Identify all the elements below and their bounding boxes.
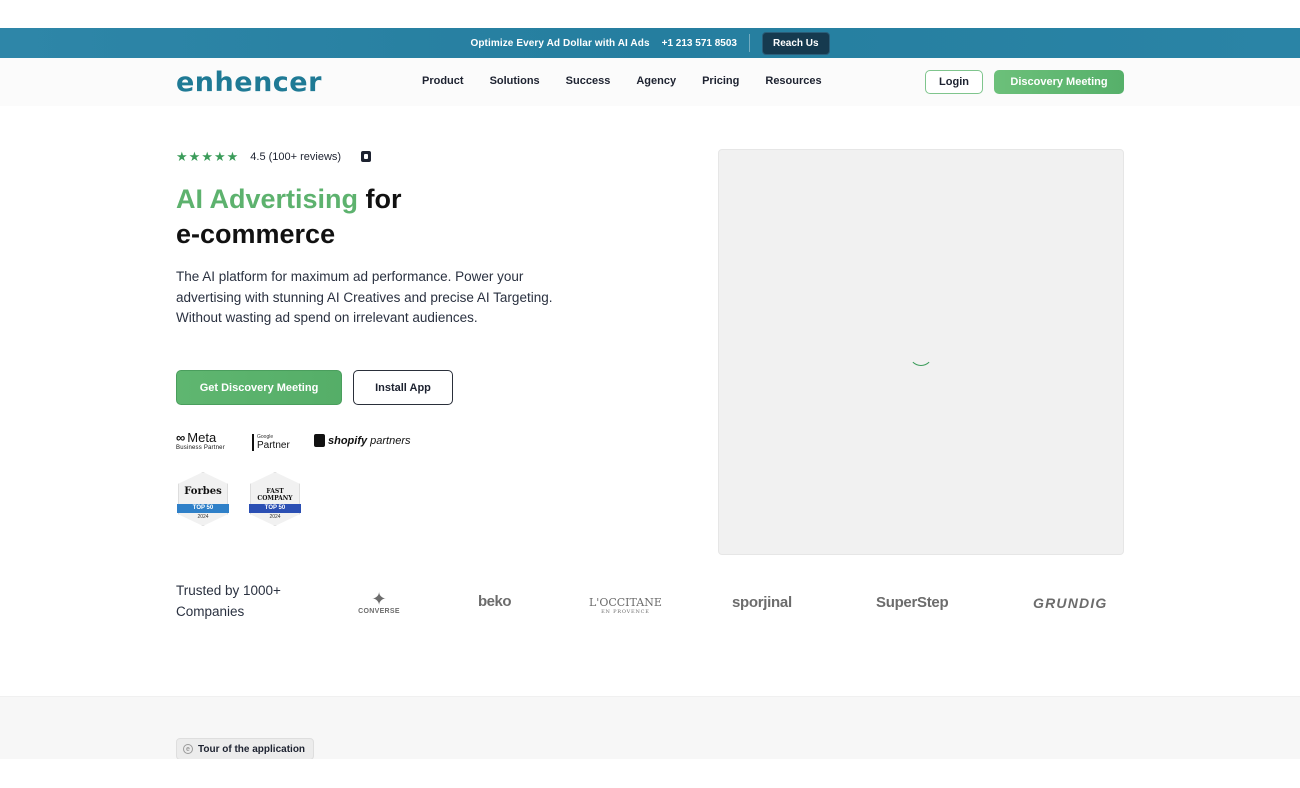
rating-stars: ★ ★ ★ ★ ★ <box>176 150 238 163</box>
beko-logo: beko <box>478 593 512 610</box>
sporjinal-logo: sporjinal <box>732 594 792 611</box>
enhencer-mini-icon: e <box>183 744 193 754</box>
meta-partner-logo: ∞ Meta Business Partner <box>176 430 225 451</box>
star-icon: ★ <box>176 149 188 164</box>
hero-title-for: for <box>365 184 402 214</box>
star-icon: ★ <box>213 149 226 164</box>
converse-name: CONVERSE <box>358 608 400 615</box>
nav-success[interactable]: Success <box>566 75 611 87</box>
trusted-label: Trusted by 1000+ Companies <box>176 583 281 619</box>
grundig-logo: GRUNDIG <box>1033 595 1108 611</box>
tour-tag: e Tour of the application <box>176 738 315 760</box>
site-header: enhencer Product Solutions Success Agenc… <box>0 58 1300 106</box>
hero-subtitle: The AI platform for maximum ad performan… <box>176 269 553 325</box>
hero-title-highlight: AI Advertising <box>176 184 359 214</box>
award-badges: Forbes TOP 50 2024 FAST COMPANY TOP 50 2… <box>176 472 302 526</box>
converse-logo: ✦ CONVERSE <box>356 590 402 615</box>
discovery-meeting-button[interactable]: Discovery Meeting <box>994 70 1124 94</box>
install-app-button[interactable]: Install App <box>353 370 453 405</box>
badge-brand: FAST COMPANY <box>257 488 293 502</box>
google-name: Partner <box>257 440 290 451</box>
nav-product[interactable]: Product <box>422 75 464 87</box>
shopify-sub: partners <box>370 434 411 447</box>
rating-text: 4.5 (100+ reviews) <box>250 150 342 163</box>
nav-resources[interactable]: Resources <box>765 75 821 87</box>
hero-title: AI Advertising for e-commerce <box>176 182 402 252</box>
top-spacer <box>0 0 1300 28</box>
star-icon: ★ <box>188 149 201 164</box>
announcement-bar: Optimize Every Ad Dollar with AI Ads +1 … <box>0 28 1300 58</box>
main-nav: Product Solutions Success Agency Pricing… <box>422 75 822 87</box>
shopify-bag-icon <box>361 151 372 162</box>
announcement-text: Optimize Every Ad Dollar with AI Ads <box>470 37 650 49</box>
shopify-partners-logo: shopify partners <box>314 434 410 447</box>
login-button[interactable]: Login <box>925 70 983 94</box>
meta-name: Meta <box>187 430 217 445</box>
google-partner-logo: Google Partner <box>252 434 290 451</box>
loccitane-logo: L'OCCITANE EN PROVENCE <box>589 596 662 615</box>
meta-sub: Business Partner <box>176 445 225 451</box>
star-icon: ★ <box>201 149 213 164</box>
loading-spinner-icon <box>909 342 933 366</box>
reach-us-button[interactable]: Reach Us <box>761 31 830 55</box>
get-discovery-meeting-button[interactable]: Get Discovery Meeting <box>176 370 342 405</box>
badge-year: 2024 <box>197 514 209 520</box>
converse-star-icon: ✦ <box>371 589 387 609</box>
badge-ribbon: TOP 50 <box>177 504 229 513</box>
hero-video-placeholder[interactable] <box>718 149 1124 555</box>
badge-ribbon: TOP 50 <box>249 504 301 513</box>
loccitane-sub: EN PROVENCE <box>601 609 650 615</box>
nav-solutions[interactable]: Solutions <box>490 75 540 87</box>
superstep-logo: SuperStep <box>876 594 949 611</box>
bottom-spacer <box>0 759 1300 788</box>
meta-infinity-icon: ∞ <box>176 430 186 445</box>
nav-agency[interactable]: Agency <box>636 75 676 87</box>
rating-row: ★ ★ ★ ★ ★ 4.5 (100+ reviews) <box>176 150 372 163</box>
enhencer-logo[interactable]: enhencer <box>176 67 322 98</box>
partner-logos: ∞ Meta Business Partner Google Partner s… <box>176 430 416 454</box>
logo-text: enhencer <box>176 67 322 98</box>
announcement-divider <box>748 34 750 52</box>
announcement-phone-link[interactable]: +1 213 571 8503 <box>662 38 737 49</box>
star-half-icon: ★ <box>226 149 239 164</box>
badge-year: 2024 <box>269 514 281 520</box>
fast-company-badge: FAST COMPANY TOP 50 2024 <box>248 472 302 526</box>
forbes-badge: Forbes TOP 50 2024 <box>176 472 230 526</box>
hero-title-ecommerce: e-commerce <box>176 219 336 249</box>
loccitane-name: L'OCCITANE <box>589 596 662 609</box>
tour-label: Tour of the application <box>198 743 306 755</box>
shopify-bag-icon <box>314 434 325 447</box>
shopify-name: shopify <box>328 434 368 447</box>
tour-section: e Tour of the application <box>0 696 1300 760</box>
badge-brand: Forbes <box>184 486 222 497</box>
nav-pricing[interactable]: Pricing <box>702 75 739 87</box>
